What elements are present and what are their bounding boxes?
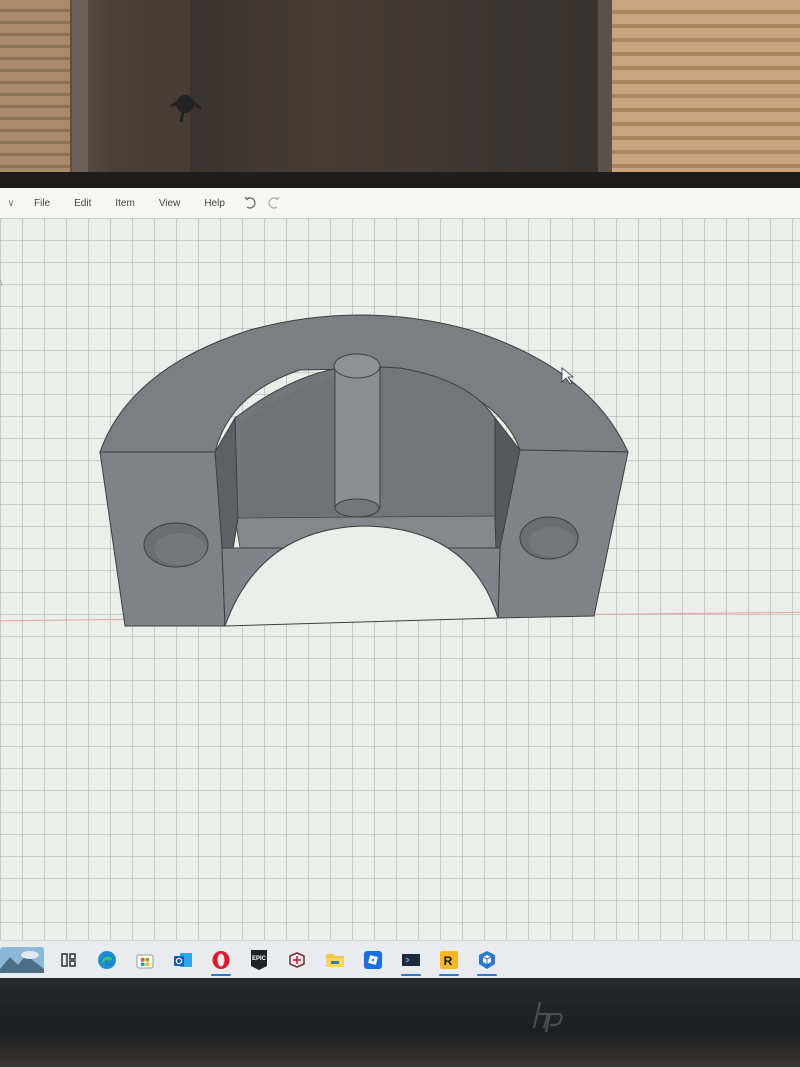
chevron-down-icon[interactable]: ∨ [0,198,22,209]
rockstar-button[interactable]: R [430,943,468,977]
gamepad-icon [289,952,305,968]
3d-model-half-ring-bracket[interactable] [0,218,800,940]
menu-file[interactable]: File [22,198,62,209]
game-launcher-button[interactable] [278,943,316,977]
window-blinds-left [0,0,80,190]
menu-edit[interactable]: Edit [62,198,103,209]
wall-hook-icon [170,95,202,123]
folder-icon [326,954,344,967]
menu-item[interactable]: Item [103,198,146,209]
door-trim-left [72,0,88,190]
roblox-button[interactable] [354,943,392,977]
opera-button[interactable] [202,943,240,977]
menu-bar: ∨ File Edit Item View Help [0,188,800,219]
edge-button[interactable] [88,943,126,977]
task-view-icon [61,953,76,967]
microsoft-store-icon [136,954,154,969]
monitor-bottom-bezel [0,978,800,1067]
rockstar-icon: R [440,951,458,969]
3d-workspace-grid[interactable]: \ [0,218,800,940]
epic-games-label: EPIC [252,956,267,962]
door-trim-right [598,0,612,190]
store-button[interactable] [126,943,164,977]
undo-redo-group [243,196,281,210]
door [190,0,520,190]
room-background [0,0,800,190]
monitor-screen: ∨ File Edit Item View Help \ EPIC R [0,188,800,978]
epic-games-icon: EPIC [251,950,267,970]
edge-icon [98,951,116,969]
undo-icon[interactable] [243,196,257,210]
outlook-icon [174,953,192,967]
menu-view[interactable]: View [147,198,193,209]
hp-logo-icon [532,1001,563,1032]
roblox-icon [364,951,382,969]
3d-builder-icon [479,951,495,969]
3d-builder-button[interactable] [468,943,506,977]
weather-landscape-icon [0,947,44,973]
terminal-icon [402,954,420,966]
file-explorer-button[interactable] [316,943,354,977]
windows-taskbar: EPIC R [0,940,800,978]
epic-games-button[interactable]: EPIC [240,943,278,977]
outlook-button[interactable] [164,943,202,977]
weather-widget[interactable] [0,943,44,977]
task-view-button[interactable] [50,943,88,977]
opera-icon [212,951,230,969]
redo-icon[interactable] [267,196,281,210]
rockstar-label: R [444,954,453,968]
window-blinds-right [612,0,800,190]
menu-help[interactable]: Help [192,198,237,209]
terminal-button[interactable] [392,943,430,977]
